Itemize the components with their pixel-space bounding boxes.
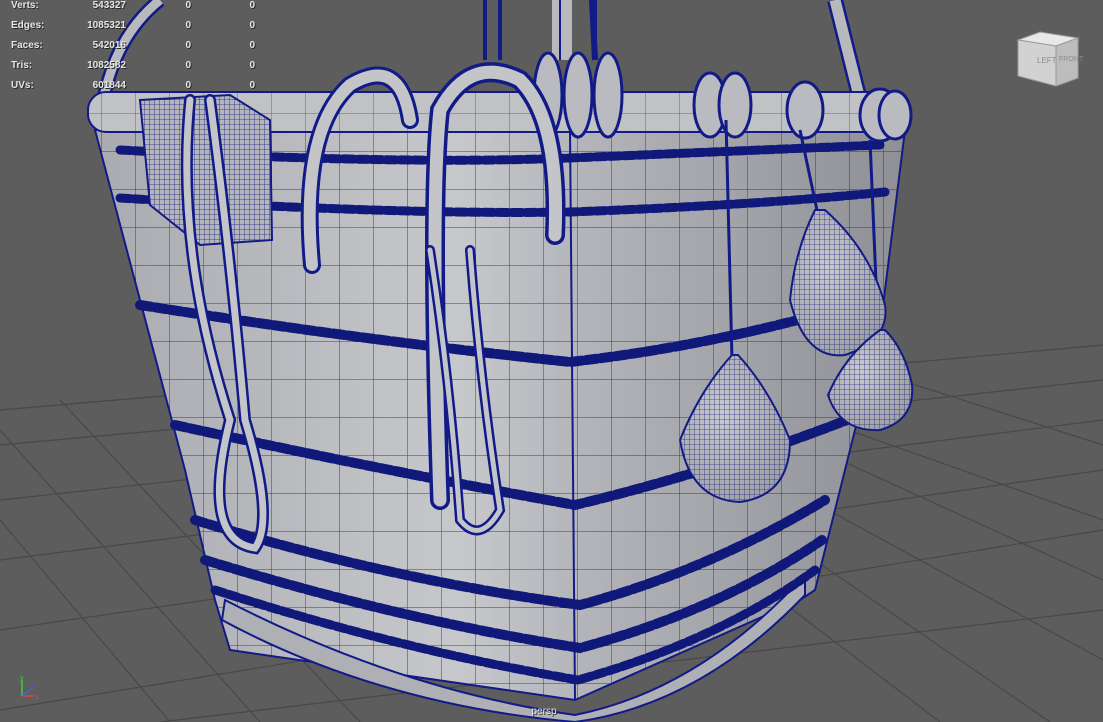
hud-value: 601844 [92, 80, 126, 91]
hud-label: Verts: [11, 0, 39, 11]
hud-label: Faces: [11, 40, 43, 51]
z-axis-label: z [30, 685, 34, 692]
hud-selected: 0 [185, 40, 191, 51]
hud-label: Edges: [11, 20, 45, 31]
y-axis-label: y [20, 675, 24, 682]
hud-selected: 0 [185, 0, 191, 11]
viewport-3d[interactable] [0, 0, 1103, 722]
hud-selected: 0 [185, 80, 191, 91]
hud-row-edges: Edges: 1085321 0 0 [0, 20, 270, 34]
hud-value: 1085321 [87, 20, 126, 31]
hud-value: 542016 [92, 40, 126, 51]
hud-row-uvs: UVs: 601844 0 0 [0, 80, 270, 94]
hud-components: 0 [249, 80, 255, 91]
x-axis-label: x [35, 694, 39, 701]
hud-components: 0 [249, 60, 255, 71]
camera-name: persp [531, 706, 557, 717]
hud-selected: 0 [185, 20, 191, 31]
hud-row-tris: Tris: 1082582 0 0 [0, 60, 270, 74]
camera-name-label: persp [0, 706, 1088, 717]
viewcube-left-label: LEFT [1037, 56, 1057, 65]
viewcube-front-label: FRONT [1059, 56, 1084, 63]
hud-selected: 0 [185, 60, 191, 71]
hud-row-verts: Verts: 543327 0 0 [0, 0, 270, 14]
hud-label: UVs: [11, 80, 34, 91]
hud-components: 0 [249, 40, 255, 51]
hud-row-faces: Faces: 542016 0 0 [0, 40, 270, 54]
hud-components: 0 [249, 0, 255, 11]
hud-label: Tris: [11, 60, 33, 71]
viewcube[interactable]: LEFT FRONT [1012, 28, 1084, 90]
hud-value: 543327 [92, 0, 126, 11]
hud-components: 0 [249, 20, 255, 31]
axis-gizmo: y x z [14, 674, 44, 704]
z-axis-line [21, 689, 31, 697]
hud-value: 1082582 [87, 60, 126, 71]
